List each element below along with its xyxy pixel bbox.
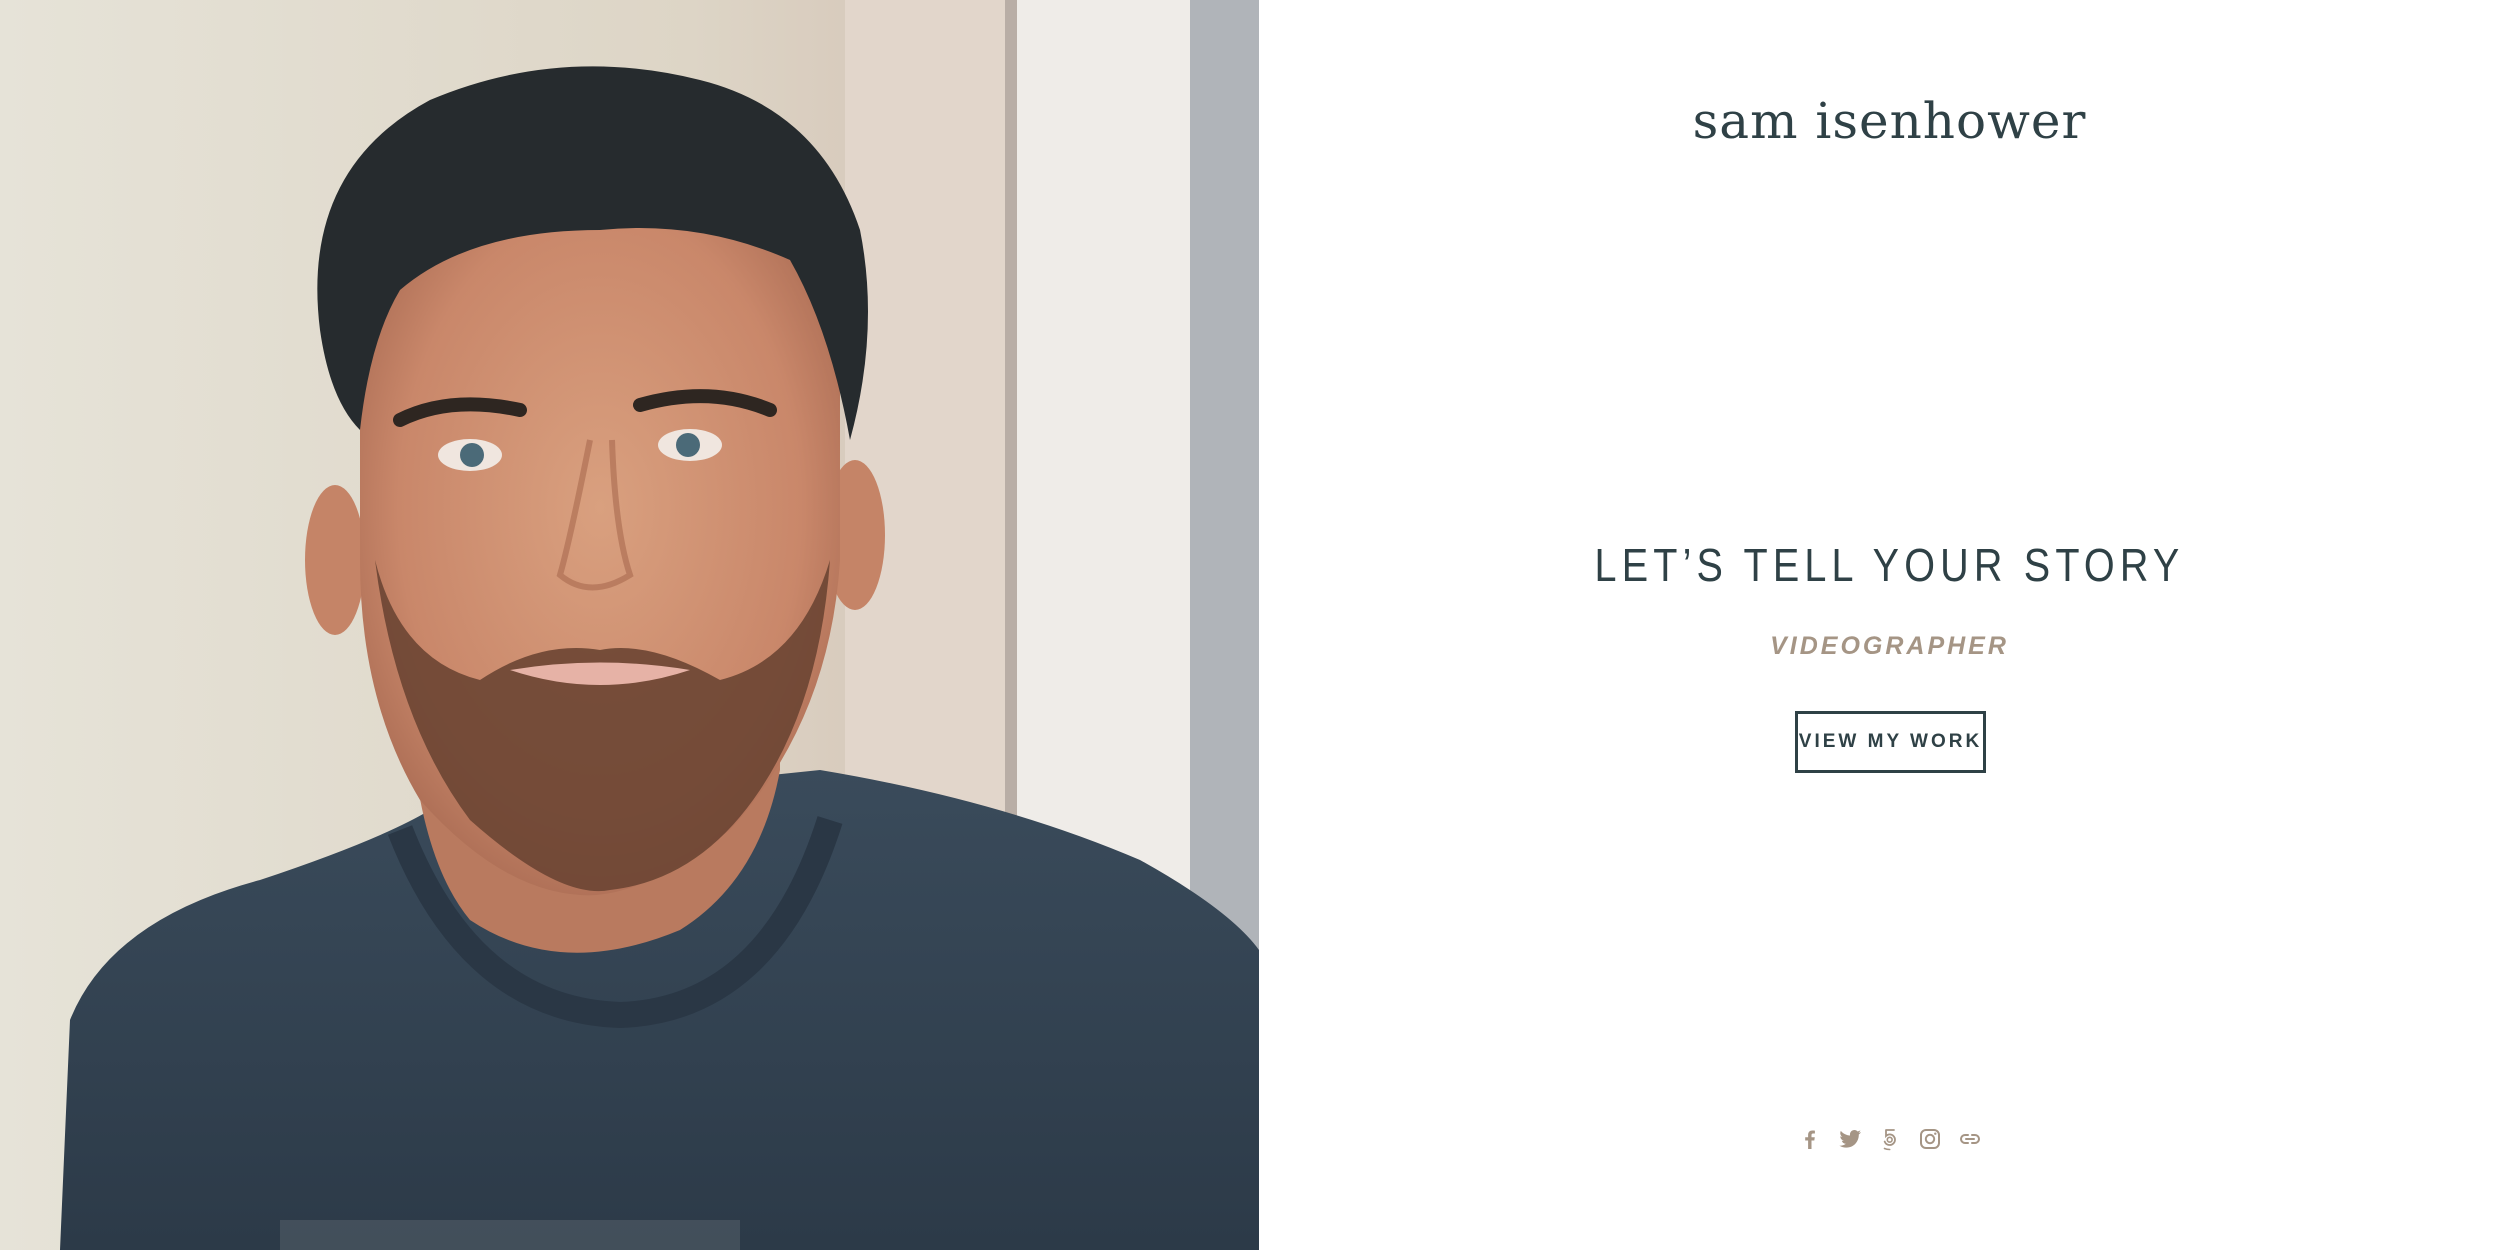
view-my-work-button[interactable]: VIEW MY WORK bbox=[1795, 711, 1986, 773]
portrait-illustration bbox=[0, 0, 1259, 1250]
instagram-icon bbox=[1919, 1129, 1940, 1149]
social-links bbox=[1259, 1124, 2520, 1154]
instagram-link[interactable] bbox=[1917, 1124, 1943, 1154]
hero-subheading: VIDEOGRAPHER bbox=[1770, 632, 2009, 660]
500px-link[interactable] bbox=[1877, 1124, 1903, 1154]
facebook-link[interactable] bbox=[1797, 1124, 1823, 1154]
link-icon bbox=[1959, 1134, 1980, 1144]
website-link[interactable] bbox=[1957, 1124, 1983, 1154]
hero-content: sam isenhower LET’S TELL YOUR STORY VIDE… bbox=[1259, 0, 2520, 1250]
twitter-link[interactable] bbox=[1837, 1124, 1863, 1154]
hero-heading: LET’S TELL YOUR STORY bbox=[1594, 539, 2185, 591]
site-title[interactable]: sam isenhower bbox=[1259, 92, 2520, 150]
page: sam isenhower LET’S TELL YOUR STORY VIDE… bbox=[0, 0, 2520, 1250]
portrait-photo bbox=[0, 0, 1259, 1250]
facebook-icon bbox=[1804, 1130, 1815, 1149]
500px-icon bbox=[1883, 1129, 1896, 1151]
twitter-icon bbox=[1838, 1130, 1861, 1148]
